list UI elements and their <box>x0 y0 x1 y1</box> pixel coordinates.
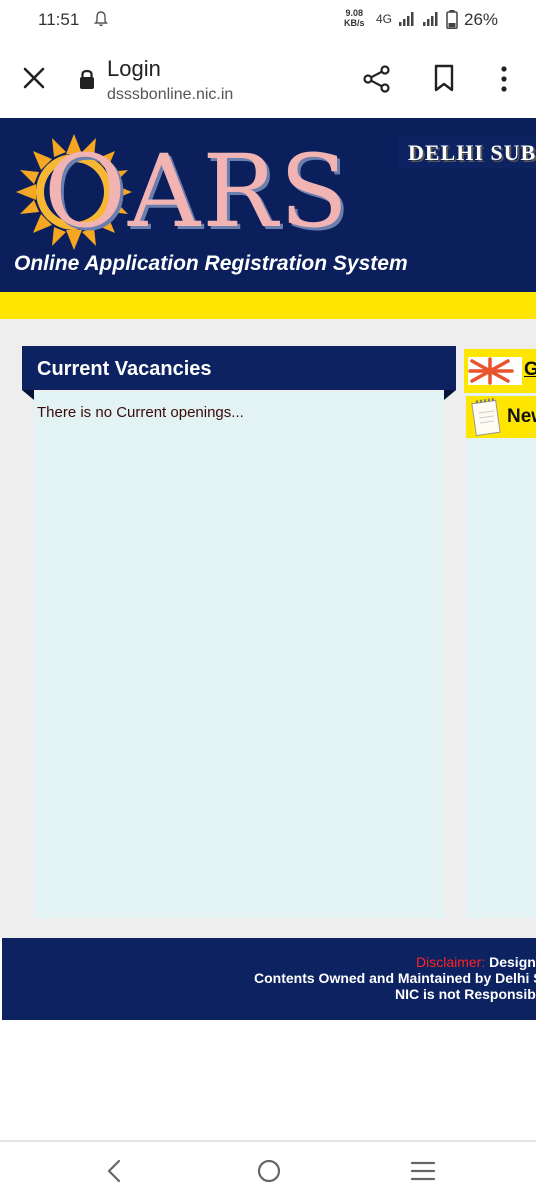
browser-toolbar: Login dsssbonline.nic.in <box>0 40 536 118</box>
vacancies-title: Current Vacancies <box>37 358 212 380</box>
status-time: 11:51 <box>38 10 80 29</box>
home-icon[interactable] <box>256 1158 282 1184</box>
signal-icon <box>399 12 414 26</box>
star-burst-icon <box>468 357 514 385</box>
ribbon-fold-left <box>22 390 34 400</box>
back-icon[interactable] <box>104 1158 124 1184</box>
site-footer: Disclaimer: Designe Contents Owned and M… <box>2 938 536 1020</box>
footer-ownership: Contents Owned and Maintained by Delhi S… <box>254 970 536 986</box>
signal-icon-2 <box>423 12 438 26</box>
share-icon[interactable] <box>362 64 392 94</box>
close-icon[interactable] <box>20 64 48 92</box>
notepad-icon <box>471 397 501 437</box>
site-subtitle: Online Application Registration System <box>14 252 408 275</box>
screen: 11:51 9.08 KB/s 4G 26% Login dsssbonline… <box>0 0 536 1200</box>
vacancies-panel <box>34 392 444 918</box>
side-link-new-label[interactable]: New <box>507 406 536 428</box>
network-speed: 9.08 KB/s <box>344 8 365 28</box>
site-header: OARS Online Application Registration Sys… <box>0 118 536 292</box>
org-name: DELHI SUBO <box>408 140 536 165</box>
oars-logo: OARS <box>44 133 350 250</box>
footer-disclaimer: Disclaimer: Designe <box>416 954 536 970</box>
side-panel <box>466 392 536 918</box>
speed-value: 9.08 <box>345 8 364 18</box>
side-link-g-label[interactable]: G <box>524 359 536 381</box>
recent-apps-icon[interactable] <box>410 1160 436 1182</box>
network-type: 4G <box>376 12 393 26</box>
notification-bell-icon <box>94 11 108 27</box>
disclaimer-label: Disclaimer: <box>416 954 486 970</box>
speed-unit: KB/s <box>344 18 365 28</box>
battery-icon <box>446 10 458 29</box>
footer-responsibility: NIC is not Responsible <box>395 986 536 1002</box>
battery-level: 26% <box>464 10 499 29</box>
vacancies-empty-message: There is no Current openings... <box>37 404 244 421</box>
ribbon-fold-right <box>444 390 456 400</box>
more-options-icon[interactable] <box>494 64 514 94</box>
page-title: Login <box>107 56 161 81</box>
page-url[interactable]: dsssbonline.nic.in <box>107 86 233 104</box>
side-link-g-badge <box>468 357 522 385</box>
header-strip <box>0 292 536 319</box>
lock-icon <box>80 69 94 89</box>
bookmark-icon[interactable] <box>432 64 456 92</box>
status-bar: 11:51 9.08 KB/s 4G 26% <box>0 0 536 40</box>
disclaimer-text: Designe <box>489 954 536 970</box>
